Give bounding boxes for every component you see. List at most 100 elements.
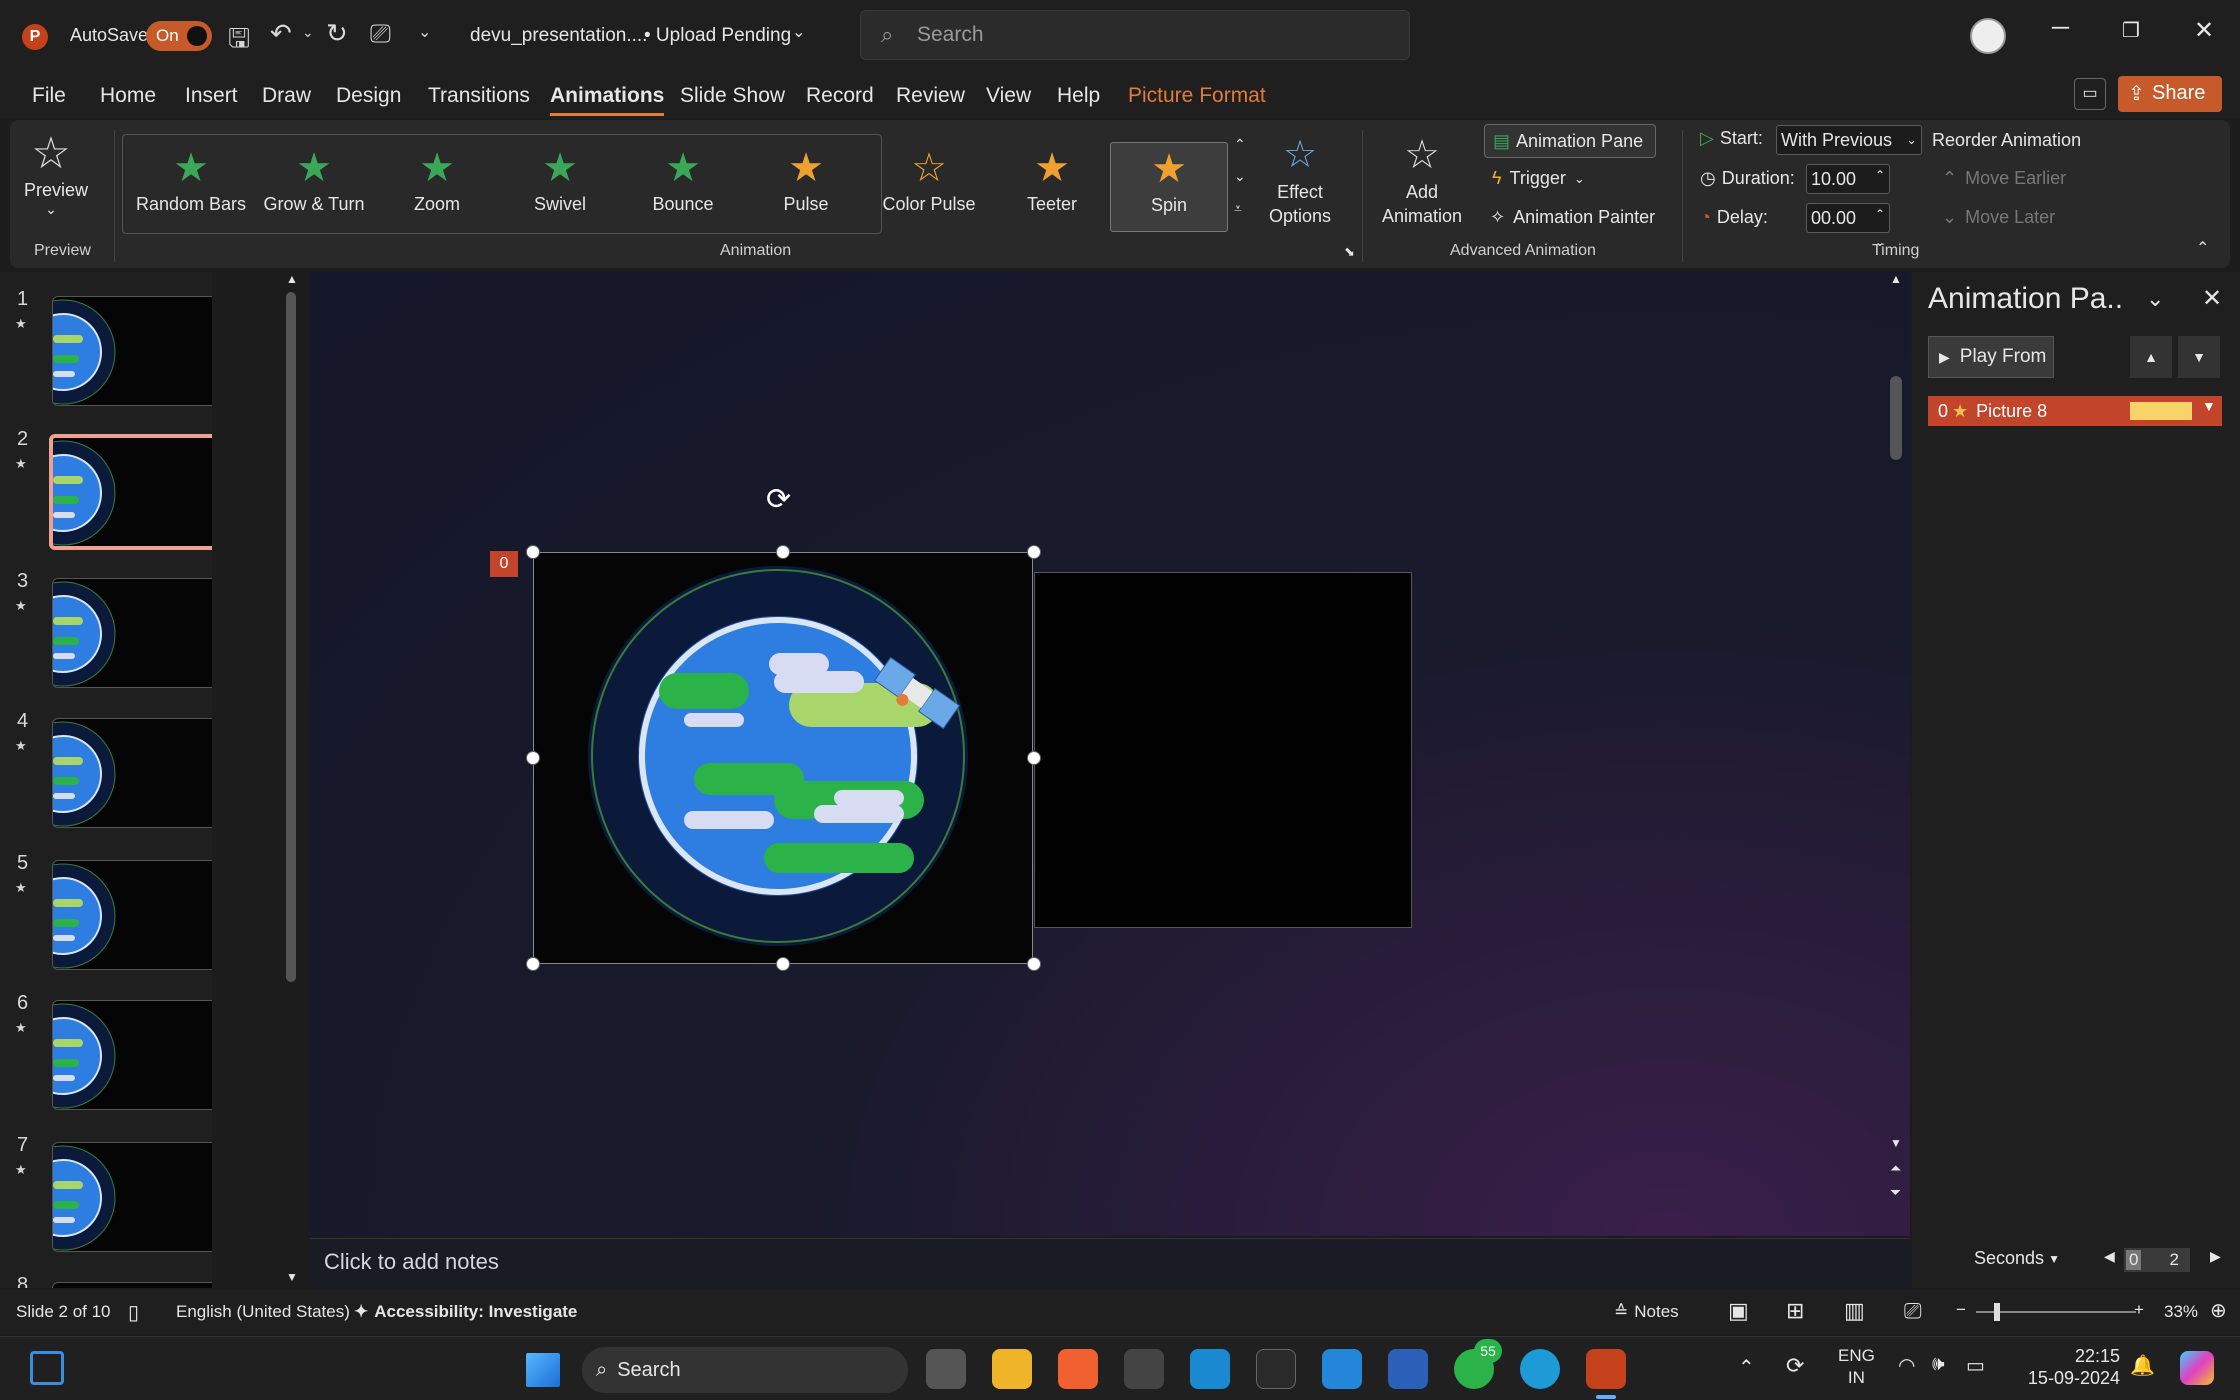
animation-tag[interactable]: 0 [490,551,518,577]
scroll-thumb[interactable] [286,292,296,982]
reading-view-icon[interactable]: ▥ [1844,1298,1865,1324]
tab-slide-show[interactable]: Slide Show [680,84,785,108]
tab-draw[interactable]: Draw [262,84,311,108]
normal-view-icon[interactable]: ▣ [1728,1298,1749,1324]
taskbar-search[interactable]: ⌕ Search [582,1347,908,1393]
accessibility-status[interactable]: ✦ Accessibility: Investigate [354,1302,577,1322]
scroll-down-icon[interactable]: ▼ [286,1270,298,1284]
avatar[interactable] [1970,18,2006,54]
chevron-down-icon[interactable]: ▼ [2202,398,2216,414]
animation-pulse[interactable]: ★ Pulse [747,142,865,232]
resize-handle[interactable] [526,545,540,559]
input-language[interactable]: ENG IN [1838,1345,1875,1389]
tab-help[interactable]: Help [1057,84,1100,108]
rotate-handle-icon[interactable]: ⟳ [766,482,791,517]
scroll-up-icon[interactable]: ▲ [286,272,298,286]
resize-handle[interactable] [526,957,540,971]
file-name[interactable]: devu_presentation.... [470,25,647,47]
previous-slide-icon[interactable]: ⏶ [1890,1160,1901,1177]
notes-button[interactable]: ≙ Notes [1614,1302,1679,1322]
tab-design[interactable]: Design [336,84,401,108]
move-earlier-button[interactable]: ⌃ Move Earlier [1942,168,2066,189]
tab-home[interactable]: Home [100,84,156,108]
resize-handle[interactable] [1027,957,1041,971]
start-select[interactable]: With Previous ⌄ [1776,125,1922,155]
slide-thumbnail-6[interactable] [52,1000,212,1110]
delay-input[interactable]: 00.00 ⌃ ⌄ [1806,203,1890,249]
tab-animations[interactable]: Animations [550,84,665,116]
pane-close-icon[interactable]: ✕ [2202,284,2222,313]
pane-options-icon[interactable]: ⌄ [2146,286,2164,312]
clock[interactable]: 22:15 15-09-2024 [2024,1345,2120,1389]
zoom-slider[interactable] [1976,1303,2136,1321]
copilot-icon[interactable] [2180,1351,2214,1385]
animation-grow-turn[interactable]: ★ Grow & Turn [255,142,373,232]
collapse-ribbon-icon[interactable]: ⌃ [2196,238,2209,258]
upload-status[interactable]: • Upload Pending [644,25,791,47]
move-down-button[interactable]: ▼ [2178,336,2220,378]
tab-record[interactable]: Record [806,84,874,108]
terminal-icon[interactable] [1256,1349,1296,1389]
preview-button[interactable]: ☆ Preview ⌄ [24,128,88,218]
play-from-button[interactable]: ▶ Play From [1928,336,2054,378]
animation-random-bars[interactable]: ★ Random Bars [132,142,250,232]
tab-file[interactable]: File [32,84,66,108]
tab-review[interactable]: Review [896,84,965,108]
move-later-button[interactable]: ⌄ Move Later [1942,207,2055,228]
animation-pane-button[interactable]: ▤ Animation Pane [1484,124,1656,158]
slide-thumbnail-3[interactable] [52,578,212,688]
undo-icon[interactable]: ↶ [270,18,292,49]
sync-icon[interactable]: ⟳ [1786,1353,1804,1379]
present-icon[interactable]: ⎚ [370,18,391,50]
resize-handle[interactable] [776,545,790,559]
duration-input[interactable]: 10.00⌃⌄ [1806,164,1890,210]
slide-thumbnail-7[interactable] [52,1142,212,1252]
tab-transitions[interactable]: Transitions [428,84,530,108]
animation-zoom[interactable]: ★ Zoom [378,142,496,232]
task-view-icon[interactable] [926,1349,966,1389]
tab-insert[interactable]: Insert [185,84,238,108]
powerpoint-icon[interactable] [1586,1349,1626,1389]
minimize-icon[interactable]: ─ [2052,14,2069,42]
effect-options-button[interactable]: ☆ Effect Options [1260,130,1340,228]
animation-painter-button[interactable]: ✧ Animation Painter [1490,207,1655,228]
animation-swivel[interactable]: ★ Swivel [501,142,619,232]
next-slide-icon[interactable]: ⏷ [1890,1184,1901,1201]
notes-area[interactable]: Click to add notes [310,1238,1910,1288]
search-input[interactable]: ⌕ Search [860,10,1410,60]
resize-handle[interactable] [1027,545,1041,559]
slide-shape[interactable] [1034,572,1412,928]
vscode-icon[interactable] [1322,1349,1362,1389]
slide-thumbnail-2[interactable] [49,434,212,550]
resize-handle[interactable] [526,751,540,765]
close-icon[interactable]: ✕ [2194,16,2214,45]
move-up-button[interactable]: ▲ [2130,336,2172,378]
restore-icon[interactable]: ❐ [2122,18,2140,43]
slide-thumbnail-1[interactable] [52,296,212,406]
start-icon[interactable] [526,1353,560,1387]
autosave-toggle[interactable]: On [146,21,212,51]
add-animation-button[interactable]: ☆ Add Animation [1372,130,1472,228]
slide-thumbnail-5[interactable] [52,860,212,970]
show-hidden-icons[interactable]: ⌃ [1738,1355,1755,1380]
battery-icon[interactable]: ▭ [1966,1353,1985,1378]
share-button[interactable]: ⇪ Share [2118,76,2222,112]
picture-8[interactable] [533,552,1033,964]
brave-icon[interactable] [1058,1349,1098,1389]
fit-slide-icon[interactable]: ⊕ [2210,1298,2227,1323]
zoom-in-icon[interactable]: + [2134,1300,2144,1320]
slide-thumbnail-8[interactable] [52,1282,212,1288]
volume-icon[interactable]: 🕪 [1932,1353,1945,1376]
word-icon[interactable] [1388,1349,1428,1389]
customize-toolbar-icon[interactable]: ⌄ [418,22,431,42]
slide-sorter-icon[interactable]: ⊞ [1786,1298,1804,1324]
spelling-icon[interactable]: ▯ [128,1300,139,1325]
zoom-slider-thumb[interactable] [1994,1303,2000,1321]
timeline-prev-icon[interactable]: ◀ [2104,1248,2115,1265]
file-explorer-icon[interactable] [992,1349,1032,1389]
terminal-app-icon[interactable] [1124,1349,1164,1389]
chevron-down-icon[interactable]: ⌄ [792,22,805,42]
undo-dropdown-icon[interactable]: ⌄ [302,24,314,41]
scroll-up-icon[interactable]: ▲ [1890,272,1902,286]
slide-thumbnail-4[interactable] [52,718,212,828]
